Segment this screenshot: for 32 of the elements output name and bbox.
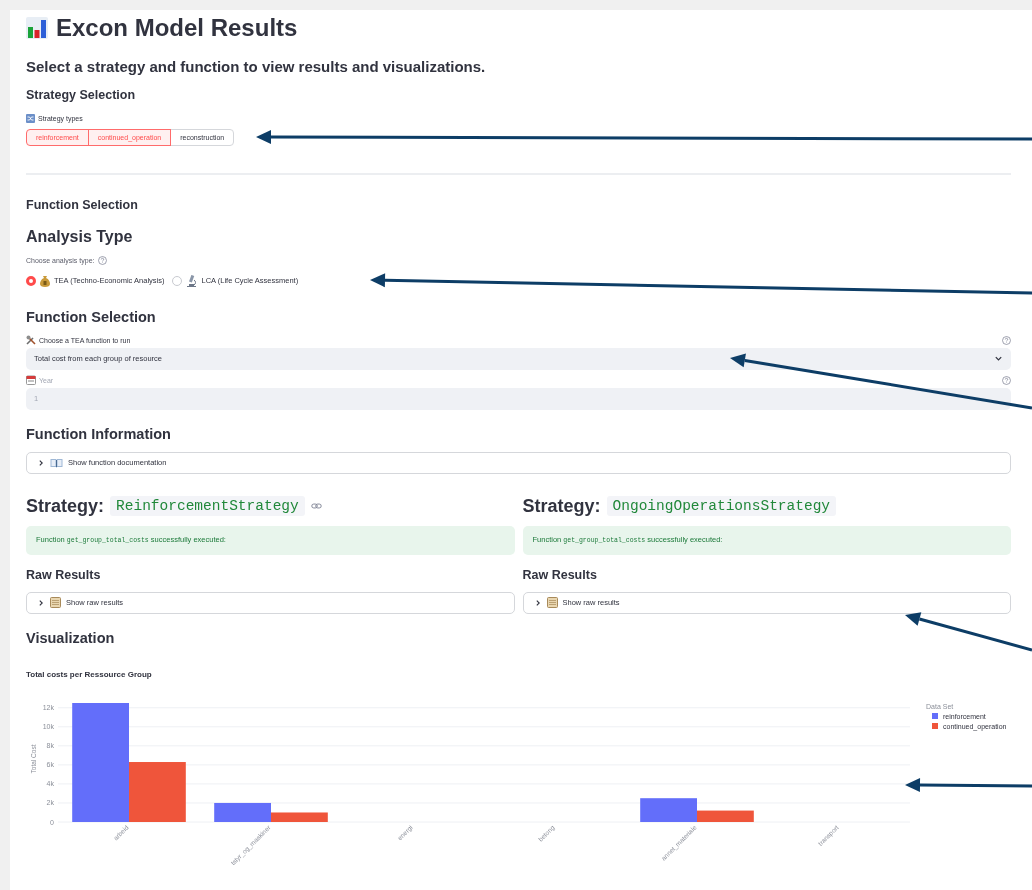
strategy-name: OngoingOperationsStrategy xyxy=(606,495,837,517)
calendar-icon xyxy=(26,375,36,385)
money-bag-icon xyxy=(40,275,50,287)
page-title: Excon Model Results xyxy=(56,16,298,40)
help-icon xyxy=(1002,375,1011,385)
strategy-name: ReinforcementStrategy xyxy=(110,495,305,517)
radio-button[interactable] xyxy=(26,276,36,286)
section-heading: Visualization xyxy=(26,630,116,645)
section-heading: Raw Results xyxy=(522,569,598,582)
section-heading: Raw Results xyxy=(26,569,102,582)
ledger-icon xyxy=(50,597,61,608)
help-icon xyxy=(1002,335,1011,345)
chart-title: Total costs per Ressource Group xyxy=(26,671,153,679)
book-icon xyxy=(50,458,63,468)
subtitle: Select a strategy and function to view results and visualizations. xyxy=(26,59,487,74)
section-heading: Strategy Selection xyxy=(26,89,137,102)
section-heading: Function Information xyxy=(26,426,172,441)
section-heading: Function Selection xyxy=(26,310,157,325)
strategy-heading: Strategy: xyxy=(26,497,105,515)
radio-button[interactable] xyxy=(172,276,183,286)
chevron-right-icon xyxy=(37,459,45,467)
shuffle-icon xyxy=(26,113,35,123)
strategy-heading: Strategy: xyxy=(522,497,601,515)
bar-chart-icon xyxy=(26,17,48,39)
ledger-icon xyxy=(546,597,558,608)
chevron-down-icon xyxy=(994,354,1003,363)
section-heading: Function Selection xyxy=(26,198,139,211)
help-icon xyxy=(98,256,108,265)
microscope-icon xyxy=(186,275,198,287)
chevron-right-icon xyxy=(37,598,45,607)
section-heading: Analysis Type xyxy=(26,229,134,245)
tools-icon xyxy=(26,335,36,345)
